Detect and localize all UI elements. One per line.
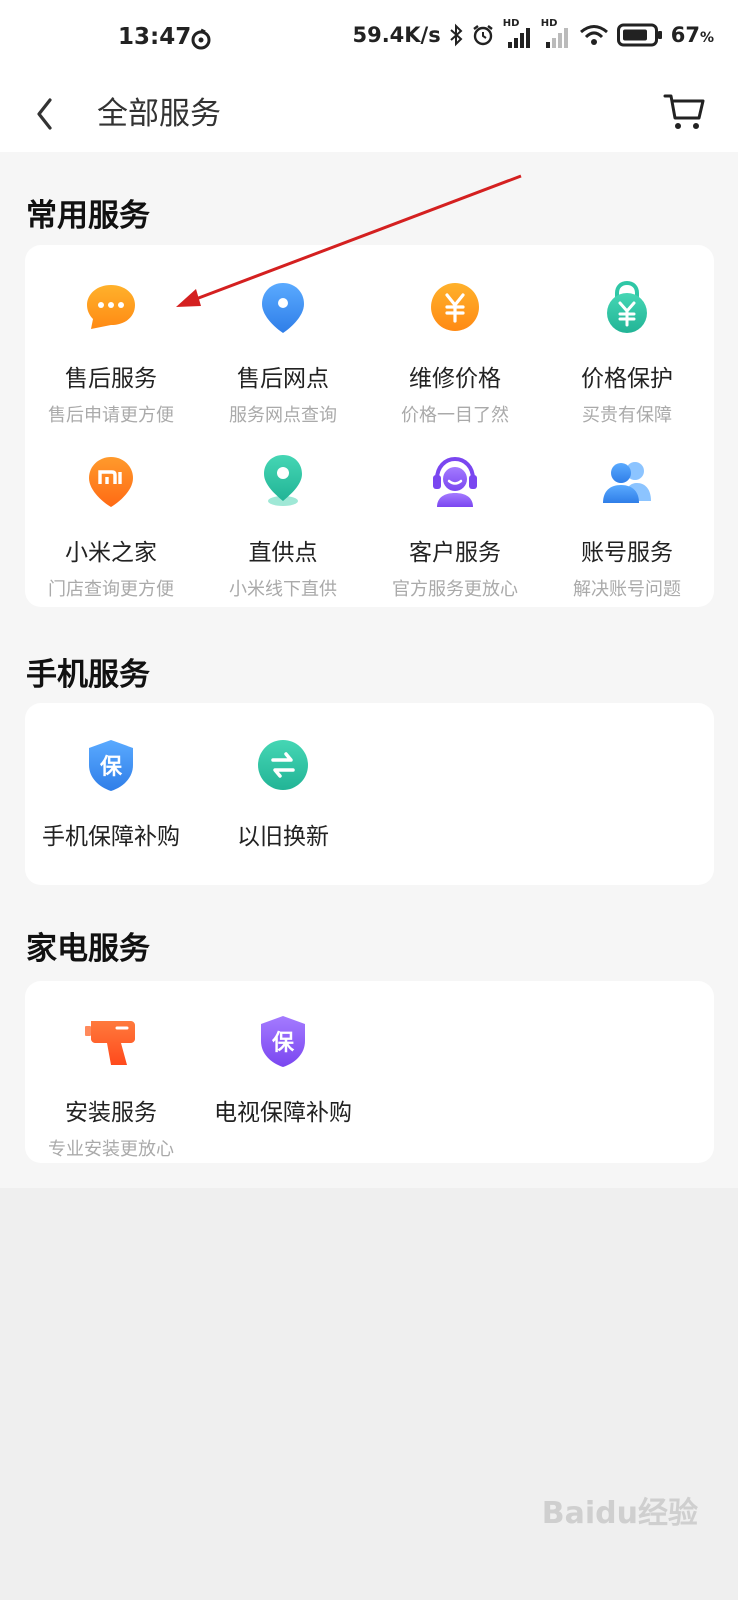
service-direct-supply[interactable]: 直供点 小米线下直供 <box>197 453 369 601</box>
service-after-sales[interactable]: 售后服务 售后申请更方便 <box>25 279 197 427</box>
status-time: 13:47 <box>118 24 192 50</box>
back-arrow-icon[interactable] <box>34 90 74 138</box>
service-desc: 售后申请更方便 <box>48 405 174 426</box>
signal-strength-icon <box>507 28 530 48</box>
service-phone-protection[interactable]: 保 手机保障补购 <box>25 737 197 851</box>
service-name: 售后网点 <box>237 366 329 392</box>
trade-in-icon <box>258 740 308 790</box>
service-desc: 官方服务更放心 <box>392 579 518 600</box>
tv-shield-icon: 保 <box>261 1016 305 1067</box>
battery-level: 67% <box>671 23 714 47</box>
shield-protect-icon: 保 <box>89 740 133 791</box>
shield-glyph: 保 <box>99 755 123 780</box>
service-name: 安装服务 <box>65 1100 157 1126</box>
page-title: 全部服务 <box>97 96 221 132</box>
section-title-phone: 手机服务 <box>26 657 150 693</box>
mi-store-icon <box>89 457 133 507</box>
service-name: 以旧换新 <box>237 824 329 850</box>
netease-music-icon <box>191 28 211 50</box>
battery-percent: 67 <box>670 23 700 47</box>
yuan-coin-icon <box>431 283 479 331</box>
drill-icon <box>85 1021 135 1065</box>
cart-icon[interactable] <box>662 88 708 134</box>
service-name: 账号服务 <box>581 540 673 566</box>
service-name: 直供点 <box>248 540 318 566</box>
nav-bar: 全部服务 <box>0 76 738 152</box>
service-desc: 门店查询更方便 <box>48 579 174 600</box>
service-installation[interactable]: 安装服务 专业安装更放心 <box>25 1013 197 1161</box>
common-services-card: 售后服务 售后申请更方便 售后网点 服务网点查询 维修价格 价格一目了然 价格保… <box>25 245 714 607</box>
baidu-watermark: Baidu经验 <box>541 1496 698 1531</box>
section-title-common: 常用服务 <box>26 198 150 234</box>
service-name: 客户服务 <box>409 540 501 566</box>
battery-unit: % <box>699 30 714 46</box>
service-desc: 价格一目了然 <box>401 405 509 426</box>
services-content: 常用服务 售后服务 售后申请更方便 售后网点 服务网点查询 维修价格 价格一目了… <box>0 152 738 1188</box>
bluetooth-icon <box>450 23 463 47</box>
signal-1: HD <box>503 18 533 48</box>
service-trade-in[interactable]: 以旧换新 <box>197 737 369 851</box>
users-icon <box>603 462 651 503</box>
service-repair-price[interactable]: 维修价格 价格一目了然 <box>369 279 541 427</box>
headset-agent-icon <box>433 456 477 507</box>
service-name: 电视保障补购 <box>214 1100 352 1126</box>
service-tv-protection[interactable]: 保 电视保障补购 <box>197 1013 369 1127</box>
service-name: 价格保护 <box>581 366 673 392</box>
service-desc: 服务网点查询 <box>229 405 337 426</box>
service-customer-service[interactable]: 客户服务 官方服务更放心 <box>369 453 541 601</box>
service-desc: 买贵有保障 <box>582 405 672 426</box>
signal-2: HD <box>541 18 571 48</box>
status-bar: 13:47 59.4K/s HD HD 67% <box>0 0 738 76</box>
service-desc: 小米线下直供 <box>229 579 337 600</box>
phone-services-card: 保 手机保障补购 以旧换新 <box>25 703 714 885</box>
wifi-icon <box>579 25 608 45</box>
battery-icon <box>616 23 662 47</box>
signal-strength-icon <box>545 28 568 48</box>
service-desc: 专业安装更放心 <box>48 1139 174 1160</box>
appliance-services-card: 安装服务 专业安装更放心 保 电视保障补购 <box>25 981 714 1163</box>
service-desc: 解决账号问题 <box>573 579 681 600</box>
service-name: 小米之家 <box>65 540 157 566</box>
service-mi-home[interactable]: 小米之家 门店查询更方便 <box>25 453 197 601</box>
network-speed: 59.4K/s <box>352 23 441 47</box>
service-after-sales-outlets[interactable]: 售后网点 服务网点查询 <box>197 279 369 427</box>
map-marker-icon <box>264 455 302 506</box>
service-name: 手机保障补购 <box>42 824 180 850</box>
service-account[interactable]: 账号服务 解决账号问题 <box>541 453 713 601</box>
service-name: 维修价格 <box>409 366 501 392</box>
price-lock-icon <box>607 280 647 333</box>
section-title-appliance: 家电服务 <box>26 931 150 967</box>
location-pin-icon <box>262 283 304 333</box>
chat-bubble-icon <box>87 285 135 329</box>
service-name: 售后服务 <box>65 366 157 392</box>
shield-glyph: 保 <box>271 1031 295 1056</box>
service-price-protect[interactable]: 价格保护 买贵有保障 <box>541 279 713 427</box>
alarm-icon <box>473 25 493 46</box>
